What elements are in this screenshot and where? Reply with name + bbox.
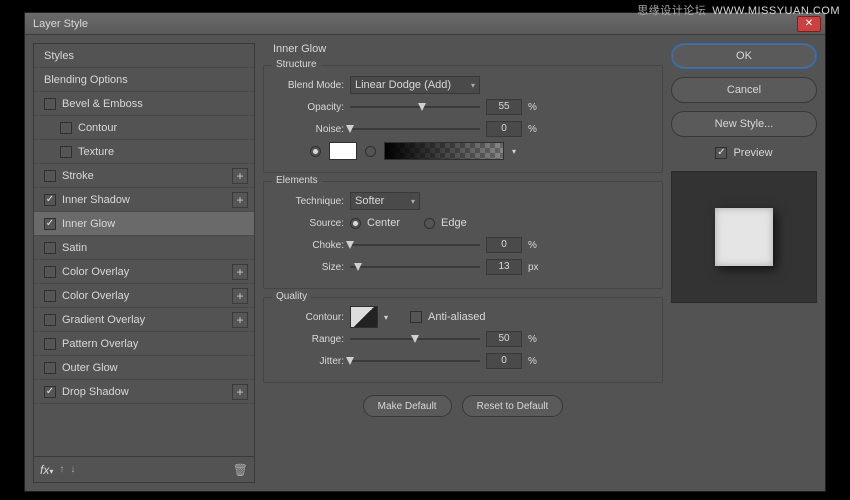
make-default-button[interactable]: Make Default [363,395,452,417]
range-label: Range: [274,334,344,345]
choke-slider[interactable] [350,238,480,252]
style-item-texture[interactable]: Texture [34,140,254,164]
watermark: 思缘设计论坛WWW.MISSYUAN.COM [637,2,840,18]
style-item-pattern-overlay[interactable]: Pattern Overlay [34,332,254,356]
quality-group: Quality Contour: ▾ Anti-aliased Range: 5… [263,297,663,383]
chevron-down-icon[interactable]: ▾ [384,313,388,322]
checkbox[interactable] [44,170,56,182]
source-edge-radio[interactable] [424,218,435,229]
fx-icon[interactable]: fx▾ [40,463,53,477]
checkbox[interactable] [44,194,56,206]
blending-options[interactable]: Blending Options [34,68,254,92]
ok-button[interactable]: OK [671,43,817,69]
checkbox[interactable] [44,362,56,374]
noise-label: Noise: [274,124,344,135]
range-value[interactable]: 50 [486,331,522,347]
styles-header[interactable]: Styles [34,44,254,68]
blend-mode-label: Blend Mode: [274,80,344,91]
style-item-stroke[interactable]: Stroke+ [34,164,254,188]
new-style-button[interactable]: New Style... [671,111,817,137]
style-item-drop-shadow[interactable]: Drop Shadow+ [34,380,254,404]
opacity-slider[interactable] [350,100,480,114]
style-item-color-overlay-2[interactable]: Color Overlay+ [34,284,254,308]
source-center-radio[interactable] [350,218,361,229]
checkbox[interactable] [60,146,72,158]
preview-checkbox[interactable] [715,147,727,159]
jitter-slider[interactable] [350,354,480,368]
reset-default-button[interactable]: Reset to Default [462,395,564,417]
checkbox[interactable] [44,290,56,302]
move-up-icon[interactable]: ↑ [59,464,64,475]
style-item-bevel[interactable]: Bevel & Emboss [34,92,254,116]
checkbox[interactable] [44,218,56,230]
dialog-title: Layer Style [33,18,88,30]
choke-label: Choke: [274,240,344,251]
preview-square [715,208,773,266]
anti-aliased-checkbox[interactable] [410,311,422,323]
panel-title: Inner Glow [273,43,663,55]
technique-label: Technique: [274,196,344,207]
add-icon[interactable]: + [232,192,248,208]
style-item-satin[interactable]: Satin [34,236,254,260]
contour-picker[interactable] [350,306,378,328]
checkbox[interactable] [44,338,56,350]
style-list-panel: Styles Blending Options Bevel & Emboss C… [33,43,255,483]
jitter-value[interactable]: 0 [486,353,522,369]
add-icon[interactable]: + [232,312,248,328]
cancel-button[interactable]: Cancel [671,77,817,103]
opacity-value[interactable]: 55 [486,99,522,115]
checkbox[interactable] [44,98,56,110]
style-item-gradient-overlay[interactable]: Gradient Overlay+ [34,308,254,332]
choke-value[interactable]: 0 [486,237,522,253]
opacity-label: Opacity: [274,102,344,113]
size-label: Size: [274,262,344,273]
checkbox[interactable] [44,266,56,278]
style-item-outer-glow[interactable]: Outer Glow [34,356,254,380]
gradient-swatch[interactable] [384,142,504,160]
style-list-footer: fx▾ ↑ ↓ 🗑 [33,457,255,483]
add-icon[interactable]: + [232,168,248,184]
structure-group: Structure Blend Mode: Linear Dodge (Add)… [263,65,663,173]
noise-value[interactable]: 0 [486,121,522,137]
style-item-contour[interactable]: Contour [34,116,254,140]
trash-icon[interactable]: 🗑 [233,463,248,477]
add-icon[interactable]: + [232,288,248,304]
color-radio[interactable] [310,146,321,157]
range-slider[interactable] [350,332,480,346]
contour-label: Contour: [274,312,344,323]
checkbox[interactable] [44,386,56,398]
color-swatch[interactable] [329,142,357,160]
preview-thumbnail [671,171,817,303]
style-item-inner-glow[interactable]: Inner Glow [34,212,254,236]
jitter-label: Jitter: [274,356,344,367]
move-down-icon[interactable]: ↓ [70,464,75,475]
layer-style-dialog: Layer Style ✕ Styles Blending Options Be… [24,12,826,492]
style-item-inner-shadow[interactable]: Inner Shadow+ [34,188,254,212]
add-icon[interactable]: + [232,384,248,400]
right-panel: OK Cancel New Style... Preview [671,43,817,483]
blend-mode-dropdown[interactable]: Linear Dodge (Add)▾ [350,76,480,94]
checkbox[interactable] [44,242,56,254]
add-icon[interactable]: + [232,264,248,280]
technique-dropdown[interactable]: Softer▾ [350,192,420,210]
size-slider[interactable] [350,260,480,274]
checkbox[interactable] [44,314,56,326]
chevron-down-icon[interactable]: ▾ [512,147,516,156]
style-item-color-overlay[interactable]: Color Overlay+ [34,260,254,284]
settings-panel: Inner Glow Structure Blend Mode: Linear … [263,43,663,483]
source-label: Source: [274,218,344,229]
size-value[interactable]: 13 [486,259,522,275]
checkbox[interactable] [60,122,72,134]
elements-group: Elements Technique: Softer▾ Source: Cent… [263,181,663,289]
noise-slider[interactable] [350,122,480,136]
preview-toggle[interactable]: Preview [671,147,817,159]
gradient-radio[interactable] [365,146,376,157]
